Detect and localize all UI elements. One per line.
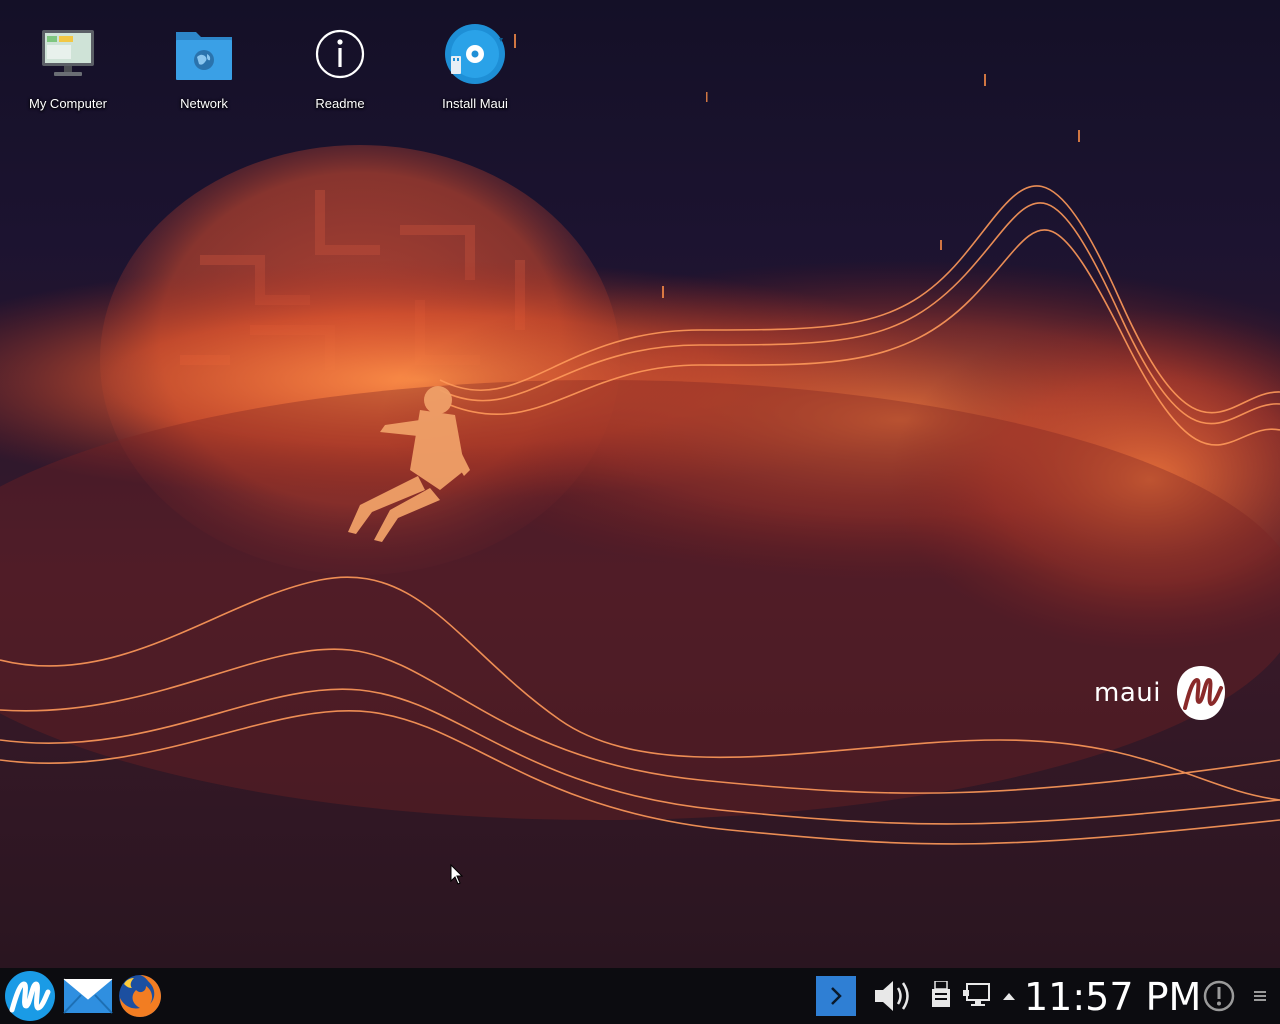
- tray-expand-button[interactable]: [1000, 972, 1018, 1020]
- desktop-wallpaper: [0, 0, 1280, 968]
- mail-icon: [63, 978, 113, 1014]
- network-folder-icon: [176, 32, 232, 80]
- panel-menu-button[interactable]: [1250, 972, 1270, 1020]
- volume-icon: [875, 981, 909, 1011]
- info-icon: [315, 29, 365, 79]
- computer-icon: [42, 30, 94, 76]
- firefox-icon: [119, 975, 161, 1017]
- desktop-icon-network[interactable]: Network: [144, 22, 264, 111]
- maui-brand-watermark: maui: [1094, 662, 1227, 724]
- notifications-button[interactable]: [1202, 972, 1236, 1020]
- desktop-icon-install-maui[interactable]: Install Maui: [415, 22, 535, 111]
- mouse-cursor-icon: [450, 864, 464, 885]
- desktop-icon-my-computer[interactable]: My Computer: [8, 22, 128, 111]
- tray-expand-icon: [1003, 993, 1015, 1000]
- desktop-icon-label: Network: [180, 96, 228, 111]
- desktop-icon-label: My Computer: [28, 96, 108, 111]
- usb-device-tray-button[interactable]: [928, 972, 954, 1020]
- launcher-maui-menu[interactable]: [4, 971, 56, 1021]
- maui-menu-icon: [5, 971, 55, 1021]
- launcher-firefox[interactable]: [115, 972, 165, 1020]
- usb-device-icon: [932, 981, 950, 1007]
- brand-text: maui: [1094, 678, 1161, 708]
- terminal-icon: [816, 976, 856, 1016]
- panel-menu-icon: [1254, 991, 1266, 1001]
- desktop-icon-label: Readme: [315, 96, 365, 111]
- terminal-tray-button[interactable]: [816, 972, 856, 1020]
- volume-tray-button[interactable]: [870, 972, 912, 1020]
- maui-logo-icon: [1176, 666, 1225, 720]
- desktop-icon-readme[interactable]: Readme: [280, 22, 400, 111]
- launcher-mail[interactable]: [62, 972, 114, 1020]
- installer-disc-icon: [445, 24, 505, 84]
- notifications-icon: [1203, 980, 1235, 1012]
- desktop-icon-label: Install Maui: [442, 96, 508, 111]
- network-icon: [963, 983, 990, 1006]
- network-tray-button[interactable]: [962, 972, 994, 1020]
- taskbar-clock[interactable]: 11:57 PM: [1024, 974, 1201, 1020]
